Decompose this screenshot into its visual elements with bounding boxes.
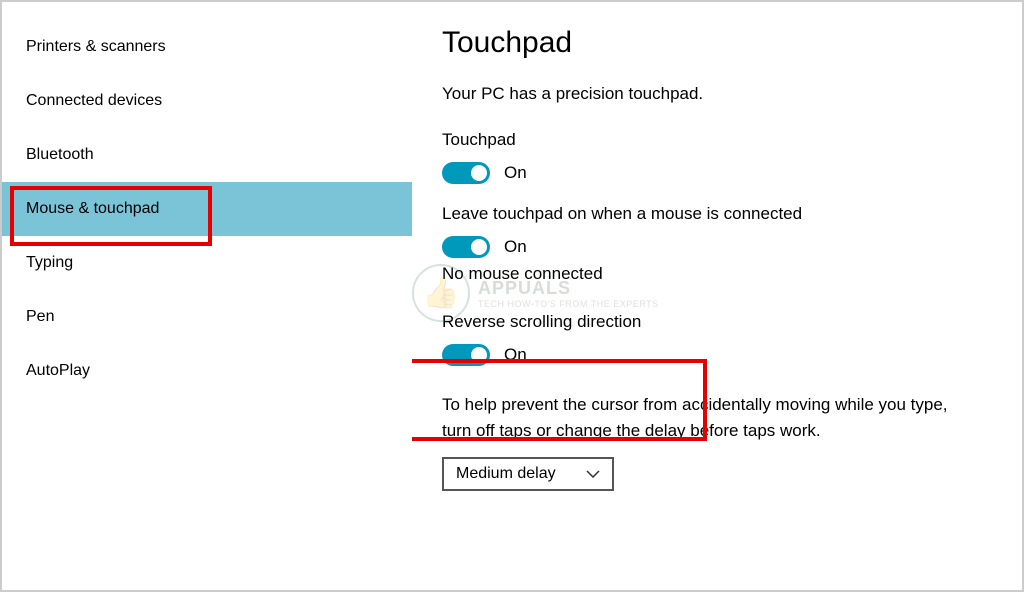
sidebar-item-bluetooth[interactable]: Bluetooth — [2, 128, 412, 182]
touchpad-toggle[interactable] — [442, 162, 490, 184]
sidebar-item-mouse-touchpad[interactable]: Mouse & touchpad — [2, 182, 412, 236]
leave-touchpad-on-toggle[interactable] — [442, 236, 490, 258]
sidebar-item-label: Bluetooth — [26, 146, 94, 163]
settings-main: 👍 APPUALS TECH HOW-TO'S FROM THE EXPERTS… — [412, 2, 1022, 590]
mouse-connection-status: No mouse connected — [442, 264, 982, 284]
sidebar-item-label: Connected devices — [26, 92, 162, 109]
taps-help-text: To help prevent the cursor from accident… — [442, 392, 962, 443]
page-description: Your PC has a precision touchpad. — [442, 84, 982, 104]
tap-delay-dropdown[interactable]: Medium delay — [442, 457, 614, 491]
sidebar-item-typing[interactable]: Typing — [2, 236, 412, 290]
sidebar-item-connected-devices[interactable]: Connected devices — [2, 74, 412, 128]
sidebar-item-label: Printers & scanners — [26, 38, 166, 55]
page-title: Touchpad — [442, 26, 982, 60]
sidebar-item-autoplay[interactable]: AutoPlay — [2, 344, 412, 398]
reverse-scrolling-toggle[interactable] — [442, 344, 490, 366]
tap-delay-selected: Medium delay — [456, 465, 556, 483]
chevron-down-icon — [586, 470, 600, 478]
sidebar-item-label: AutoPlay — [26, 362, 90, 379]
watermark-subtitle: TECH HOW-TO'S FROM THE EXPERTS — [478, 299, 659, 309]
sidebar-item-pen[interactable]: Pen — [2, 290, 412, 344]
reverse-scrolling-state: On — [504, 345, 527, 365]
sidebar-item-label: Pen — [26, 308, 54, 325]
sidebar-item-label: Mouse & touchpad — [26, 200, 159, 217]
sidebar-item-printers[interactable]: Printers & scanners — [2, 20, 412, 74]
touchpad-toggle-state: On — [504, 163, 527, 183]
touchpad-toggle-label: Touchpad — [442, 130, 982, 150]
sidebar-item-label: Typing — [26, 254, 73, 271]
leave-touchpad-on-state: On — [504, 237, 527, 257]
reverse-scrolling-label: Reverse scrolling direction — [442, 312, 982, 332]
leave-touchpad-on-label: Leave touchpad on when a mouse is connec… — [442, 204, 982, 224]
settings-sidebar: Printers & scanners Connected devices Bl… — [2, 2, 412, 590]
